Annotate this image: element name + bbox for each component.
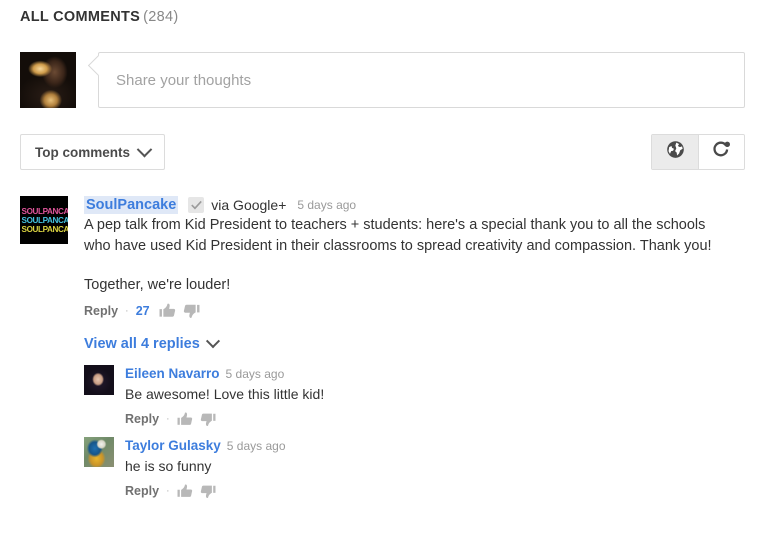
avatar (20, 52, 76, 108)
reply-timestamp: 5 days ago (226, 439, 286, 453)
action-separator: · (166, 413, 170, 425)
avatar[interactable] (84, 437, 114, 467)
verified-check-icon (188, 197, 205, 213)
user-photo-avatar (20, 52, 76, 108)
reply-body: Eileen Navarro 5 days ago Be awesome! Lo… (114, 365, 324, 427)
thumbs-down-icon[interactable] (183, 303, 200, 319)
reply-header: Taylor Gulasky 5 days ago (125, 437, 286, 455)
page-title: ALL COMMENTS (20, 9, 141, 25)
view-all-replies-button[interactable]: View all 4 replies (84, 334, 220, 352)
comment-composer (20, 52, 745, 112)
comment-item: SOULPANCAKE SOULPANCAKE SOULPANCAKE Soul… (20, 196, 745, 319)
comment-thread: SOULPANCAKE SOULPANCAKE SOULPANCAKE Soul… (20, 196, 745, 509)
action-separator: · (166, 485, 170, 497)
thumbs-down-icon[interactable] (200, 484, 216, 499)
avatar-text-line: SOULPANCAKE (21, 206, 68, 216)
soulpancake-logo-avatar: SOULPANCAKE SOULPANCAKE SOULPANCAKE (20, 196, 68, 244)
avatar[interactable] (84, 365, 114, 395)
reply-item: Taylor Gulasky 5 days ago he is so funny… (84, 437, 745, 499)
comment-actions: Reply · 27 (84, 303, 745, 319)
comment-header: SoulPancake via Google+ 5 days ago (84, 196, 745, 214)
reply-text: he is so funny (125, 458, 212, 474)
comment-paragraph: A pep talk from Kid President to teacher… (84, 217, 712, 254)
vote-count: 27 (135, 304, 150, 318)
comment-body: SoulPancake via Google+ 5 days ago A pep… (68, 196, 745, 319)
reply-timestamp: 5 days ago (225, 367, 285, 381)
avatar[interactable]: SOULPANCAKE SOULPANCAKE SOULPANCAKE (20, 196, 68, 244)
thumbs-up-icon[interactable] (177, 484, 193, 499)
taylor-gulasky-parrot-avatar (84, 437, 114, 467)
comment-source: via Google+ (211, 197, 287, 213)
sort-dropdown-label: Top comments (35, 144, 131, 160)
reply-button[interactable]: Reply (84, 303, 118, 319)
eileen-navarro-avatar (84, 365, 114, 395)
globe-icon (666, 140, 685, 164)
speech-bubble-tail (87, 54, 110, 77)
view-toggle-group (651, 134, 745, 170)
chevron-down-icon (136, 141, 153, 157)
reply-text: Be awesome! Love this little kid! (125, 386, 325, 402)
comment-timestamp: 5 days ago (297, 198, 357, 212)
action-separator: · (125, 305, 129, 317)
view-all-replies-label: View all 4 replies (84, 336, 200, 352)
comment-text: A pep talk from Kid President to teacher… (84, 215, 724, 296)
reply-item: Eileen Navarro 5 days ago Be awesome! Lo… (84, 365, 745, 427)
reply-button[interactable]: Reply (125, 411, 159, 427)
circles-view-toggle[interactable] (698, 135, 744, 169)
reply-body: Taylor Gulasky 5 days ago he is so funny… (114, 437, 286, 499)
comments-page: ALL COMMENTS(284) Top comments (0, 0, 760, 558)
thumbs-up-icon[interactable] (159, 303, 176, 319)
composer-box[interactable] (87, 52, 745, 108)
reply-author-link[interactable]: Eileen Navarro (125, 365, 220, 382)
sort-dropdown-button[interactable]: Top comments (20, 134, 166, 170)
comment-author-link[interactable]: SoulPancake (84, 196, 179, 214)
reply-actions: Reply · (125, 483, 286, 499)
comment-count: (284) (143, 9, 179, 25)
public-view-toggle[interactable] (652, 135, 698, 169)
replies-list: Eileen Navarro 5 days ago Be awesome! Lo… (84, 365, 745, 499)
avatar-text-line: SOULPANCAKE (21, 215, 68, 225)
all-comments-header: ALL COMMENTS (284) (20, 9, 179, 25)
reply-header: Eileen Navarro 5 days ago (125, 365, 324, 383)
share-thoughts-input[interactable] (116, 53, 734, 107)
avatar-text-line: SOULPANCAKE (21, 224, 68, 234)
comments-toolbar: Top comments (20, 134, 745, 170)
google-plus-circles-icon (711, 139, 732, 165)
chevron-down-icon (205, 334, 220, 349)
thumbs-up-icon[interactable] (177, 412, 193, 427)
thumbs-down-icon[interactable] (200, 412, 216, 427)
comment-paragraph: Together, we're louder! (84, 277, 231, 293)
reply-author-link[interactable]: Taylor Gulasky (125, 437, 221, 454)
reply-button[interactable]: Reply (125, 483, 159, 499)
reply-actions: Reply · (125, 411, 324, 427)
